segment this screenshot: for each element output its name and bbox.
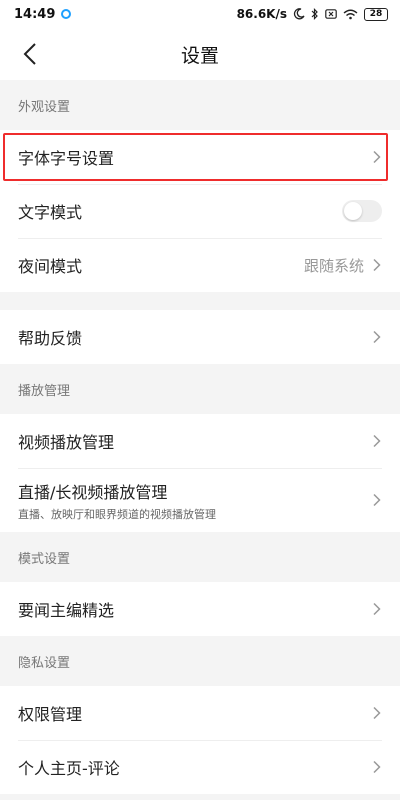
- section-label-privacy: 隐私设置: [18, 655, 71, 671]
- text-mode-toggle[interactable]: [342, 200, 382, 222]
- privacy-card: 权限管理 个人主页-评论: [0, 686, 400, 794]
- selection-highlight: [3, 133, 388, 181]
- appearance-card: 字体字号设置 文字模式 夜间模式 跟随系统: [0, 130, 400, 292]
- video-playback-row[interactable]: 视频播放管理: [0, 414, 400, 468]
- chevron-right-icon: [373, 602, 381, 616]
- chevron-right-icon: [373, 330, 381, 344]
- status-bar: 14:49 86.6K/s 28: [0, 0, 400, 28]
- header: 设置: [0, 28, 400, 80]
- chevron-right-icon: [373, 706, 381, 720]
- back-button[interactable]: [16, 40, 44, 68]
- app-notification-icon: [61, 9, 72, 19]
- playback-card: 视频播放管理 直播/长视频播放管理 直播、放映厅和眼界频道的视频播放管理: [0, 414, 400, 532]
- network-speed: 86.6K/s: [236, 7, 287, 21]
- text-mode-row: 文字模式: [0, 184, 400, 238]
- status-right: 86.6K/s 28: [237, 7, 388, 21]
- sim-card-icon: [325, 9, 337, 19]
- chevron-left-icon: [23, 43, 36, 65]
- status-time: 14:49: [14, 6, 56, 22]
- section-label-appearance: 外观设置: [18, 99, 71, 115]
- profile-comments-row[interactable]: 个人主页-评论: [0, 740, 400, 794]
- moon-icon: [293, 8, 305, 20]
- night-mode-value: 跟随系统: [303, 256, 364, 275]
- editor-picks-row[interactable]: 要闻主编精选: [0, 582, 400, 636]
- live-playback-text: 直播/长视频播放管理 直播、放映厅和眼界频道的视频播放管理: [18, 479, 216, 522]
- wifi-icon: [343, 9, 358, 19]
- text-mode-label: 文字模式: [18, 203, 83, 222]
- chevron-right-icon: [373, 258, 381, 272]
- night-mode-row[interactable]: 夜间模式 跟随系统: [0, 238, 400, 292]
- chevron-right-icon: [373, 493, 381, 507]
- profile-comments-label: 个人主页-评论: [18, 759, 120, 778]
- help-feedback-label: 帮助反馈: [18, 329, 83, 348]
- status-left: 14:49: [14, 6, 72, 22]
- help-feedback-row[interactable]: 帮助反馈: [0, 310, 400, 364]
- toggle-knob: [344, 202, 362, 220]
- font-size-setting-row[interactable]: 字体字号设置: [0, 130, 400, 184]
- live-playback-description: 直播、放映厅和眼界频道的视频播放管理: [18, 507, 216, 521]
- mode-card: 要闻主编精选: [0, 582, 400, 636]
- page-title: 设置: [180, 44, 219, 67]
- editor-picks-label: 要闻主编精选: [18, 601, 115, 620]
- chevron-right-icon: [373, 760, 381, 774]
- bluetooth-icon: [311, 8, 318, 20]
- permissions-label: 权限管理: [18, 705, 83, 724]
- video-playback-label: 视频播放管理: [18, 433, 115, 452]
- section-label-playback: 播放管理: [18, 383, 71, 399]
- chevron-right-icon: [373, 434, 381, 448]
- permissions-row[interactable]: 权限管理: [0, 686, 400, 740]
- live-playback-label: 直播/长视频播放管理: [18, 482, 168, 502]
- live-playback-row[interactable]: 直播/长视频播放管理 直播、放映厅和眼界频道的视频播放管理: [0, 468, 400, 532]
- section-label-mode: 模式设置: [18, 551, 71, 567]
- battery-level: 28: [369, 9, 383, 19]
- night-mode-label: 夜间模式: [18, 257, 83, 276]
- battery-icon: 28: [364, 7, 388, 21]
- feedback-card: 帮助反馈: [0, 310, 400, 364]
- night-mode-right: 跟随系统: [304, 255, 382, 276]
